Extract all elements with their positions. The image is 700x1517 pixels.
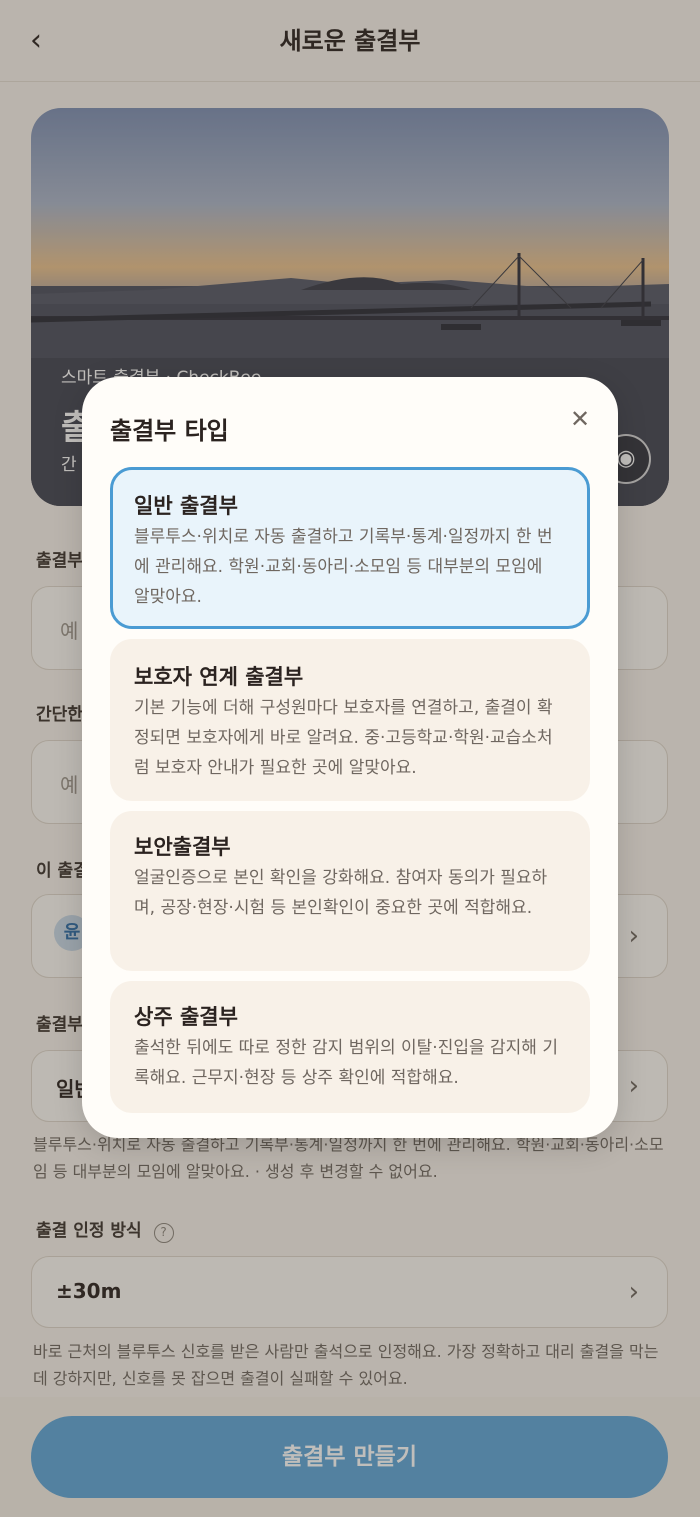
option-description: 출석한 뒤에도 따로 정한 감지 범위의 이탈·진입을 감지해 기록해요. 근무… [134,1038,558,1088]
option-secure[interactable]: 보안출결부 얼굴인증으로 본인 확인을 강화해요. 참여자 동의가 필요하며, … [110,811,590,971]
type-modal: 출결부 타입 ✕ 일반 출결부 블루투스·위치로 자동 출결하고 기록부·통계·… [82,377,618,1138]
option-general[interactable]: 일반 출결부 블루투스·위치로 자동 출결하고 기록부·통계·일정까지 한 번에… [110,467,590,629]
option-description: 기본 기능에 더해 구성원마다 보호자를 연결하고, 출결이 확정되면 보호자에… [134,698,553,778]
option-description: 블루투스·위치로 자동 출결하고 기록부·통계·일정까지 한 번에 관리해요. … [134,527,553,607]
option-title: 보안출결부 [134,835,231,859]
option-title: 일반 출결부 [134,494,238,518]
close-icon[interactable]: ✕ [566,405,594,433]
option-description: 얼굴인증으로 본인 확인을 강화해요. 참여자 동의가 필요하며, 공장·현장·… [134,868,548,918]
option-guardian[interactable]: 보호자 연계 출결부 기본 기능에 더해 구성원마다 보호자를 연결하고, 출결… [110,639,590,801]
option-title: 상주 출결부 [134,1005,238,1029]
option-resident[interactable]: 상주 출결부 출석한 뒤에도 따로 정한 감지 범위의 이탈·진입을 감지해 기… [110,981,590,1113]
option-title: 보호자 연계 출결부 [134,665,304,689]
modal-title: 출결부 타입 [110,417,229,445]
